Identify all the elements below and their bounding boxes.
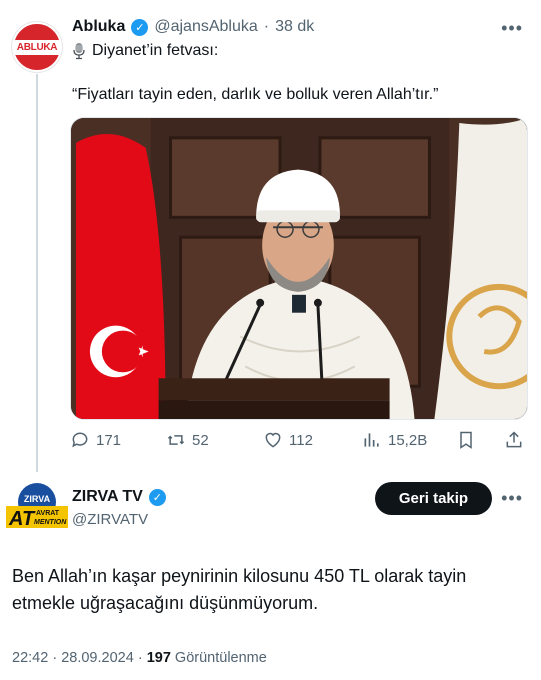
share-button[interactable]: [504, 430, 524, 450]
bookmark-button[interactable]: [456, 430, 476, 450]
subtitle-text: Diyanet’in fetvası:: [92, 42, 219, 59]
author-handle[interactable]: @ajansAbluka: [154, 18, 257, 36]
views-label: Görüntülenme: [174, 650, 267, 666]
tweet-time[interactable]: 38 dk: [275, 18, 314, 36]
tweet-date[interactable]: 28.09.2024: [61, 650, 134, 666]
quoted-tweet-actions: 171 52 112 15,2B: [70, 430, 530, 454]
avatar-right-bottom-text: MENTION: [34, 519, 67, 526]
avatar-abluka[interactable]: ABLUKA: [12, 22, 62, 72]
tweet-time[interactable]: 22:42: [12, 650, 48, 666]
views-count: 15,2B: [388, 431, 428, 449]
reply-count: 171: [96, 431, 122, 449]
zirva-tv-logo: ZIRVA AT AVRAT MENTION: [6, 483, 68, 530]
main-author-row: ZIRVA TV ✓: [72, 488, 166, 506]
views-number: 197: [146, 650, 171, 666]
more-options-icon[interactable]: •••: [501, 18, 523, 39]
separator-dot: ·: [137, 650, 143, 666]
separator-dot: ·: [52, 650, 58, 666]
views-button[interactable]: 15,2B: [362, 430, 427, 450]
verified-badge-icon: ✓: [131, 18, 149, 36]
more-options-icon[interactable]: •••: [501, 488, 523, 509]
quote-text: “Fiyatları tayin eden, darlık ve bolluk …: [72, 86, 439, 103]
retweet-icon: [167, 435, 185, 445]
separator-dot: ·: [263, 18, 270, 35]
tweet-photo[interactable]: [70, 117, 528, 420]
analytics-icon: [364, 433, 379, 447]
share-icon: [506, 431, 522, 448]
thread-connector-line: [36, 74, 38, 472]
avatar-at-text: AT: [8, 508, 36, 530]
microphone-icon: [73, 43, 85, 60]
author-name[interactable]: Abluka: [72, 18, 125, 36]
main-tweet-text: Ben Allah’ın kaşar peynirinin kilosunu 4…: [12, 566, 467, 613]
abluka-logo-text: ABLUKA: [13, 39, 61, 55]
avatar-zirva-tv[interactable]: ZIRVA AT AVRAT MENTION: [6, 480, 68, 542]
tweet-subtitle: Diyanet’in fetvası:: [72, 42, 218, 60]
reply-icon: [72, 432, 88, 448]
avatar-top-text: ZIRVA: [24, 494, 51, 504]
retweet-button[interactable]: 52: [166, 430, 209, 450]
bookmark-icon: [460, 431, 472, 449]
reply-button[interactable]: 171: [70, 430, 121, 450]
tweet-meta: 22:42 · 28.09.2024 · 197 Görüntülenme: [12, 650, 267, 666]
like-button[interactable]: 112: [263, 430, 313, 450]
avatar-right-top-text: AVRAT: [36, 510, 60, 517]
like-count: 112: [289, 431, 313, 449]
follow-back-button[interactable]: Geri takip: [375, 482, 492, 515]
photo-illustration: [71, 118, 527, 419]
quoted-tweet-header: Abluka ✓ @ajansAbluka · 38 dk: [72, 18, 314, 36]
main-author-handle[interactable]: @ZIRVATV: [72, 511, 148, 528]
retweet-count: 52: [192, 431, 209, 449]
main-author-name[interactable]: ZIRVA TV: [72, 488, 143, 506]
verified-badge-icon: ✓: [148, 488, 166, 506]
heart-icon: [265, 432, 281, 448]
